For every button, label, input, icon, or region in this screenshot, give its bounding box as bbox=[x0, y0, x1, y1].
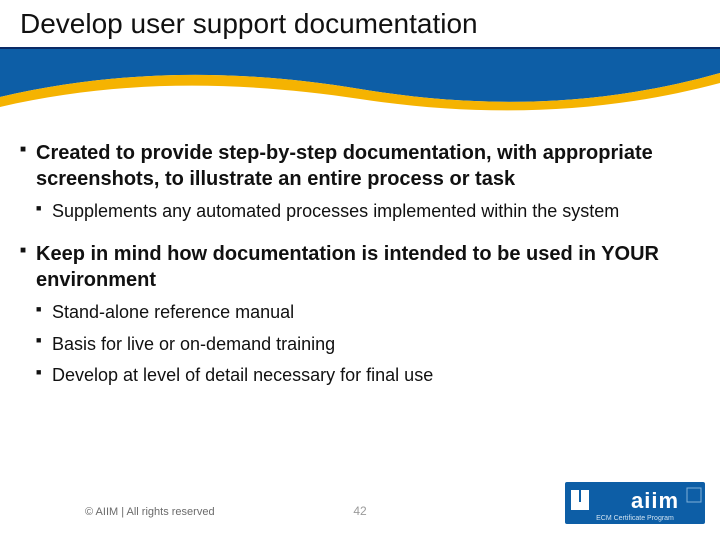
aiim-logo: aiim ECM Certificate Program bbox=[565, 482, 705, 524]
bullet-level2: Supplements any automated processes impl… bbox=[36, 200, 700, 223]
footer: © AIIM | All rights reserved 42 aiim ECM… bbox=[0, 478, 720, 528]
logo-text-sub: ECM Certificate Program bbox=[596, 515, 674, 522]
spacer bbox=[20, 231, 700, 241]
bullet-level2: Develop at level of detail necessary for… bbox=[36, 364, 700, 387]
logo-svg: aiim ECM Certificate Program bbox=[565, 482, 705, 524]
slide-title: Develop user support documentation bbox=[20, 8, 700, 40]
bullet-level2: Basis for live or on-demand training bbox=[36, 333, 700, 356]
content-area: Created to provide step-by-step document… bbox=[20, 140, 700, 396]
wave-svg bbox=[0, 49, 720, 129]
slide: Develop user support documentation Creat… bbox=[0, 0, 720, 540]
header-wave-graphic bbox=[0, 49, 720, 129]
bullet-level1: Created to provide step-by-step document… bbox=[20, 140, 700, 192]
bullet-level1: Keep in mind how documentation is intend… bbox=[20, 241, 700, 293]
page-number: 42 bbox=[353, 504, 366, 518]
bullet-level2: Stand-alone reference manual bbox=[36, 301, 700, 324]
logo-text-main: aiim bbox=[631, 488, 679, 513]
copyright-text: © AIIM | All rights reserved bbox=[85, 506, 215, 518]
